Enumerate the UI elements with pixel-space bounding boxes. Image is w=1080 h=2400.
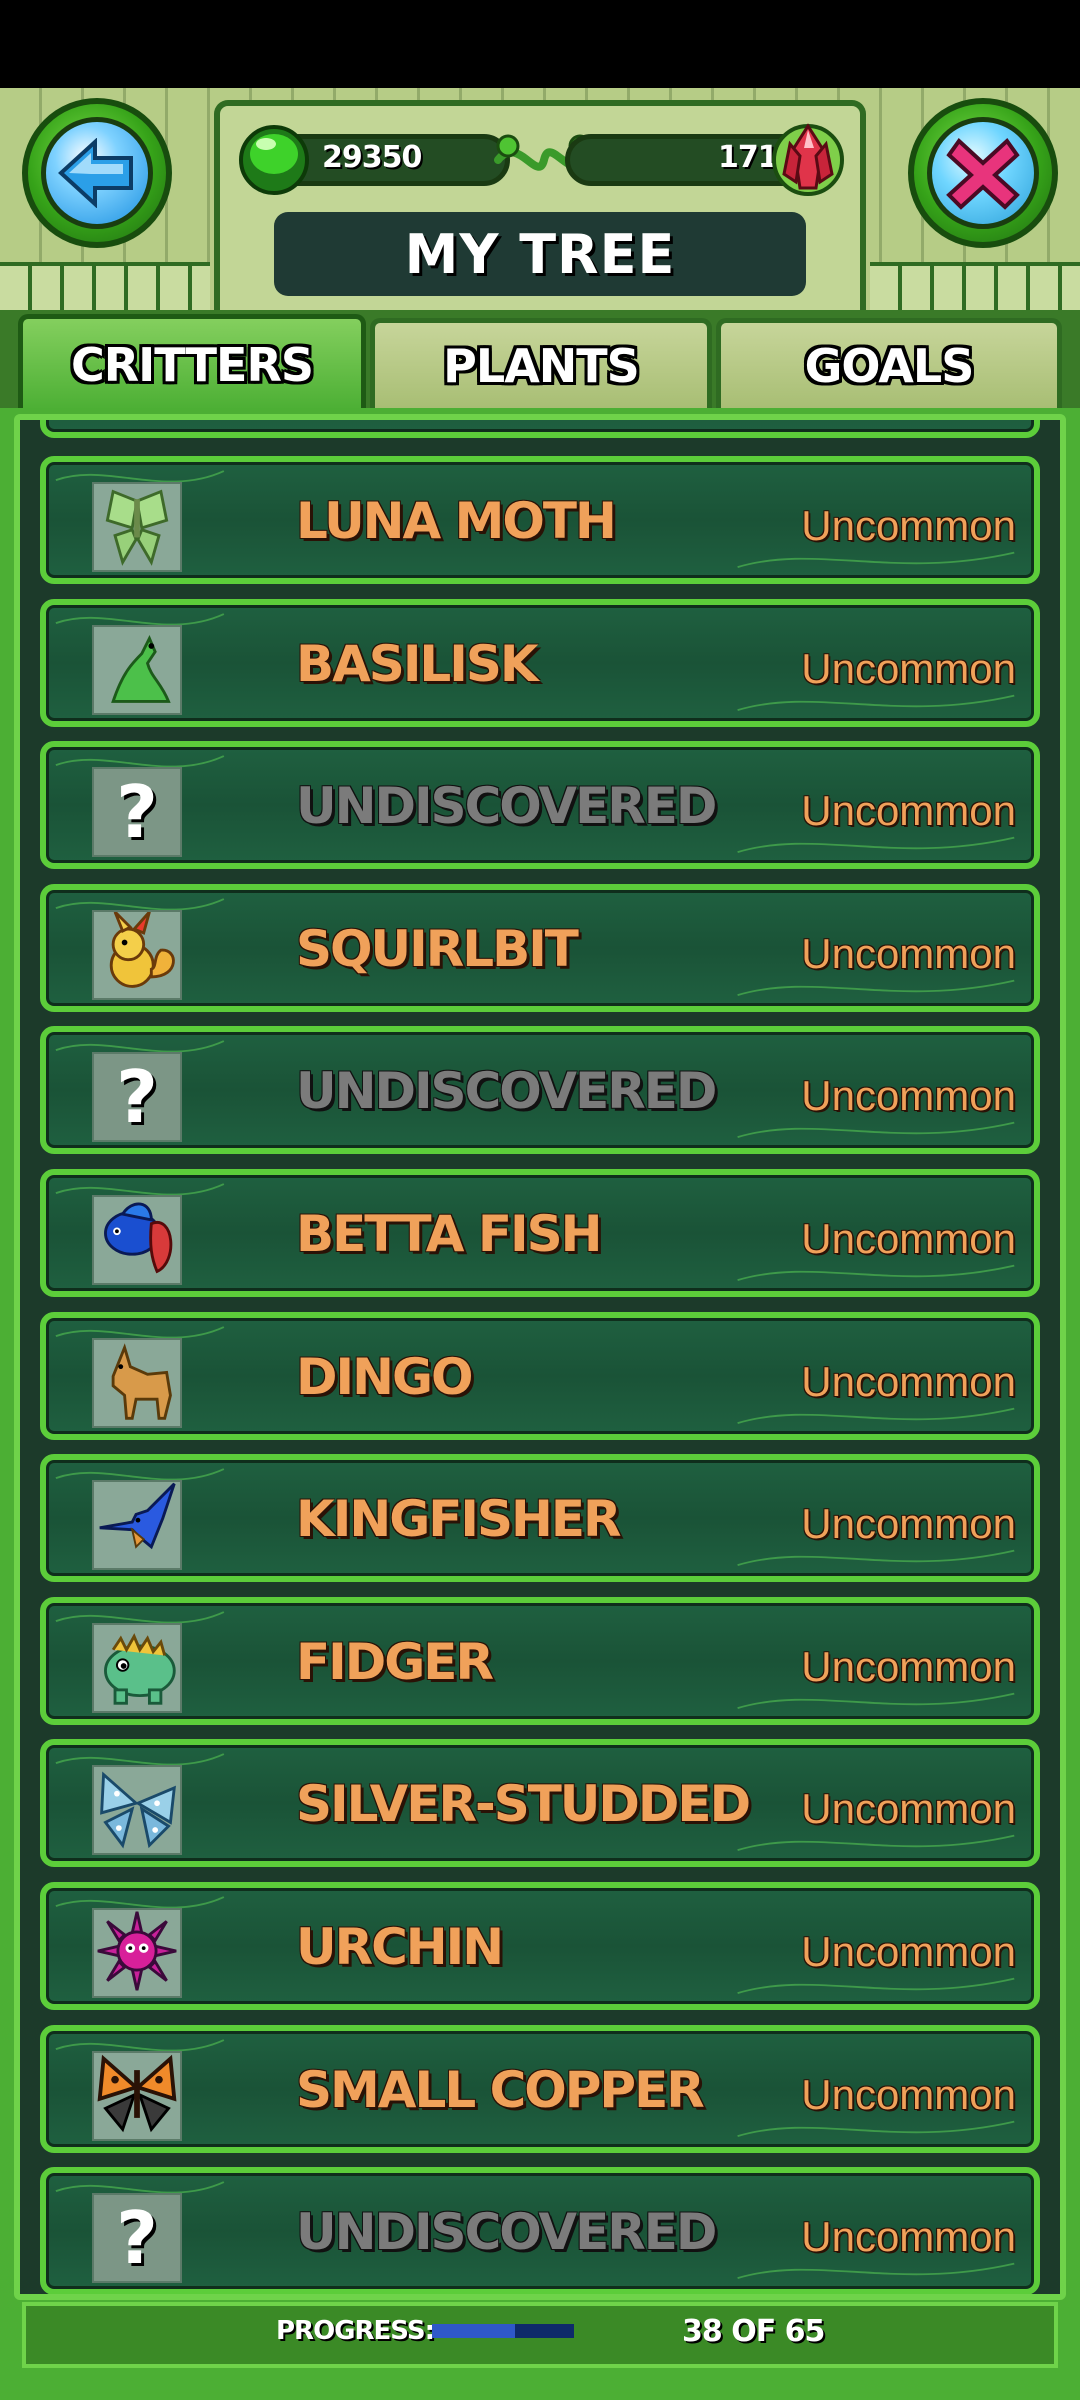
footer-border [0,2368,1080,2400]
railing-right [870,262,1080,316]
critter-rarity: Uncommon [801,1928,1016,1975]
critter-name: KINGFISHER [296,1490,622,1549]
critter-name: SQUIRLBIT [296,919,579,978]
close-button[interactable] [908,98,1058,248]
progress-bar-fill [432,2324,516,2338]
tab-critters-label: CRITTERS [70,337,314,392]
status-bar [0,0,1080,88]
list-item[interactable]: SMALL COPPER Uncommon [40,2024,1040,2153]
list-item[interactable]: BASILISK Uncommon [40,598,1040,727]
critter-name: LUNA MOTH [296,492,617,550]
list-item[interactable]: KINGFISHER Uncommon [40,1454,1040,1583]
critter-thumbnail [92,624,182,715]
critter-thumbnail [92,2050,182,2141]
critter-rarity: Uncommon [801,1072,1016,1120]
critter-rarity: Uncommon [801,1357,1016,1405]
critter-name: SILVER-STUDDED [296,1775,751,1834]
luna-moth-icon [94,484,180,570]
squirlbit-icon [94,911,180,998]
back-button[interactable] [22,98,172,248]
critter-thumbnail [92,909,182,1000]
critter-thumbnail [92,1622,182,1713]
betta-fish-icon [94,1197,180,1283]
critter-thumbnail [92,1765,182,1856]
question-mark-icon: ? [116,2196,158,2281]
critter-name: DINGO [296,1347,473,1406]
critter-list[interactable]: LUNA MOTH Uncommon BASILISK Uncommon? UNDISC… [14,414,1066,2300]
red-crystal-icon [772,123,844,196]
fidger-icon [94,1625,180,1711]
tab-plants-label: PLANTS [443,338,640,393]
critter-name: BETTA FISH [296,1205,602,1263]
gems-count: 29350 [322,140,422,175]
page-title: MY TREE [404,222,676,286]
crystals-count: 171 [718,140,779,175]
back-arrow-icon [58,138,133,208]
critter-thumbnail [92,1195,182,1285]
green-gem-icon [239,125,309,195]
kingfisher-icon [94,1482,180,1568]
tab-goals[interactable]: GOALS [716,318,1062,408]
list-item[interactable]: BETTA FISH Uncommon [40,1169,1040,1297]
critter-rarity: Uncommon [801,502,1016,549]
list-item[interactable]: ? UNDISCOVERED Uncommon [40,1026,1040,1155]
progress-bar [432,2324,574,2338]
critter-rarity: Uncommon [801,1500,1016,1548]
critter-thumbnail: ? [92,767,182,858]
list-item[interactable]: SQUIRLBIT Uncommon [40,883,1040,1012]
critter-name: FIDGER [296,1632,494,1691]
list-item[interactable]: SILVER-STUDDED Uncommon [40,1739,1040,1868]
list-item[interactable]: LUNA MOTH Uncommon [40,456,1040,584]
critter-rarity: Uncommon [801,1642,1016,1690]
list-item-partial [40,420,1040,438]
list-item[interactable]: FIDGER Uncommon [40,1596,1040,1725]
list-item[interactable]: ? UNDISCOVERED Uncommon [40,2167,1040,2294]
critter-thumbnail: ? [92,1052,182,1143]
critter-thumbnail [92,1908,182,1998]
tab-critters[interactable]: CRITTERS [18,314,366,410]
critter-name: BASILISK [296,634,539,693]
critter-thumbnail: ? [92,2193,182,2284]
critter-rarity: Uncommon [801,1215,1016,1262]
railing-left [0,262,210,316]
critter-rarity: Uncommon [801,787,1016,835]
close-x-icon [946,137,1020,210]
dingo-icon [94,1340,180,1426]
basilisk-icon [94,627,180,713]
tab-goals-label: GOALS [804,338,975,393]
critter-name: UNDISCOVERED [296,1062,717,1121]
critter-thumbnail [92,1480,182,1571]
progress-count: 38 OF 65 [682,2314,825,2349]
urchin-icon [94,1910,180,1996]
critter-rarity: Uncommon [801,929,1016,977]
question-mark-icon: ? [116,1055,158,1140]
list-item[interactable]: URCHIN Uncommon [40,1882,1040,2010]
critter-rarity: Uncommon [801,1785,1016,1833]
silver-studded-icon [94,1767,180,1853]
question-mark-icon: ? [116,770,158,855]
critter-name: UNDISCOVERED [296,2203,717,2262]
progress-label: PROGRESS: [276,2316,435,2346]
list-item[interactable]: ? UNDISCOVERED Uncommon [40,741,1040,870]
critter-name: UNDISCOVERED [296,777,717,836]
critter-list-scroll[interactable]: LUNA MOTH Uncommon BASILISK Uncommon? UNDISC… [20,420,1060,2294]
small-copper-icon [94,2053,180,2139]
tab-plants[interactable]: PLANTS [370,318,712,408]
critter-rarity: Uncommon [801,2070,1016,2118]
critter-rarity: Uncommon [801,2213,1016,2261]
critter-name: URCHIN [296,1918,504,1976]
page-title-box: MY TREE [274,212,806,296]
critter-thumbnail [92,482,182,572]
critter-name: SMALL COPPER [296,2060,705,2119]
critter-rarity: Uncommon [801,644,1016,692]
list-item[interactable]: DINGO Uncommon [40,1311,1040,1440]
critter-thumbnail [92,1337,182,1428]
